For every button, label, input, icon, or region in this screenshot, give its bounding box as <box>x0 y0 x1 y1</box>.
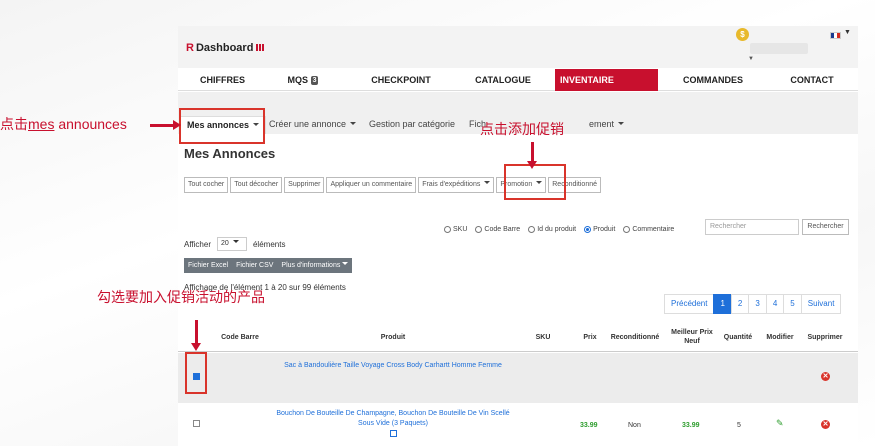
page-2[interactable]: 2 <box>730 294 750 314</box>
nav-chiffres[interactable]: CHIFFRES <box>180 69 265 91</box>
uncheck-all-button[interactable]: Tout décocher <box>230 177 283 193</box>
nav-contact[interactable]: CONTACT <box>768 69 856 91</box>
search-field-options: SKU Code Barre Id du produit Produit Com… <box>444 223 682 235</box>
price-value: 33.99 <box>580 422 598 429</box>
delete-icon[interactable]: ✕ <box>821 372 830 381</box>
shipping-fees-button[interactable]: Frais d'expéditions <box>418 177 495 193</box>
table-header: Code Barre Produit SKU Prix Reconditionn… <box>178 322 858 352</box>
page-size-control: Afficher 20 éléments <box>184 237 285 251</box>
edit-pencil-icon[interactable]: ✎ <box>776 418 784 429</box>
tab-reglement[interactable]: ement <box>583 116 630 134</box>
col-code-barre[interactable]: Code Barre <box>208 322 272 352</box>
reconditioned-value: Non <box>628 422 641 429</box>
nav-inventaire[interactable]: INVENTAIRE <box>555 69 658 91</box>
nav-mqs[interactable]: MQS 3 <box>268 69 338 91</box>
col-prix[interactable]: Prix <box>570 322 610 352</box>
nav-commandes[interactable]: COMMANDES <box>668 69 758 91</box>
highlight-mes-annonces <box>179 108 265 144</box>
arrow-down-icon <box>527 142 537 169</box>
pagination: Précédent 1 2 3 4 5 Suivant <box>664 294 842 314</box>
tab-creer-annonce[interactable]: Créer une annonce <box>263 116 362 134</box>
export-buttons: Fichier Excel Fichier CSV Plus d'informa… <box>184 258 353 273</box>
table-row: Sac à Bandoulière Taille Voyage Cross Bo… <box>178 353 858 403</box>
nav-catalogue[interactable]: CATALOGUE <box>458 69 548 91</box>
page-3[interactable]: 3 <box>748 294 767 314</box>
page-size-select[interactable]: 20 <box>216 237 247 251</box>
radio-produit[interactable]: Produit <box>584 223 615 235</box>
highlight-promotion <box>504 164 566 200</box>
page-4[interactable]: 4 <box>765 294 785 314</box>
chevron-down-icon <box>342 262 349 265</box>
table-row: Bouchon De Bouteille De Champagne, Bouch… <box>178 406 858 446</box>
mqs-badge: 3 <box>310 76 319 85</box>
top-bar: R Dashboard $ ▼ ▼ <box>178 26 858 68</box>
more-info-button[interactable]: Plus d'informations <box>277 258 352 273</box>
delete-button[interactable]: Supprimer <box>284 177 325 193</box>
radio-id-produit[interactable]: Id du produit <box>528 223 576 235</box>
col-quantite[interactable]: Quantité <box>716 322 760 352</box>
chevron-down-icon <box>232 240 239 243</box>
logo-letter: R <box>186 42 194 54</box>
product-link[interactable]: Bouchon De Bouteille De Champagne, Bouch… <box>273 409 513 441</box>
chevron-down-icon <box>618 122 625 125</box>
arrow-down-icon <box>191 320 201 351</box>
col-produit[interactable]: Produit <box>308 322 478 352</box>
row-checkbox[interactable] <box>193 420 200 427</box>
account-caret-icon[interactable]: ▼ <box>748 56 754 62</box>
account-name[interactable] <box>750 43 808 54</box>
pagination-previous[interactable]: Précédent <box>664 294 715 314</box>
page-1[interactable]: 1 <box>713 294 732 314</box>
nav-checkpoint[interactable]: CHECKPOINT <box>356 69 446 91</box>
page-title: Mes Annonces <box>184 146 276 161</box>
delete-icon[interactable]: ✕ <box>821 420 830 429</box>
dashboard-app: R Dashboard $ ▼ ▼ CHIFFRES MQS 3 CHECKPOI… <box>178 26 858 446</box>
arrow-right-icon <box>150 120 181 130</box>
apply-comment-button[interactable]: Appliquer un commentaire <box>326 177 417 193</box>
col-modifier: Modifier <box>766 333 794 341</box>
check-all-button[interactable]: Tout cocher <box>184 177 229 193</box>
language-caret-icon[interactable]: ▼ <box>844 29 851 36</box>
logo-text: Dashboard <box>195 42 254 54</box>
annotation-step3: 勾选要加入促销活动的产品 <box>97 289 265 305</box>
logo-bars-icon <box>256 44 265 51</box>
search-button[interactable]: Rechercher <box>802 219 849 235</box>
csv-export-button[interactable]: Fichier CSV <box>232 258 277 273</box>
pagination-next[interactable]: Suivant <box>800 294 842 314</box>
tab-gestion-categorie[interactable]: Gestion par catégorie <box>363 116 461 134</box>
search-input[interactable]: Rechercher <box>705 219 799 235</box>
col-reconditionne[interactable]: Reconditionné <box>606 322 664 352</box>
radio-commentaire[interactable]: Commentaire <box>623 223 674 235</box>
chevron-down-icon <box>350 122 357 125</box>
col-supprimer: Supprimer <box>807 333 843 341</box>
chevron-down-icon <box>484 181 491 184</box>
col-sku[interactable]: SKU <box>518 322 568 352</box>
annotation-step1: 点击mes announces <box>0 116 127 132</box>
highlight-checkbox <box>185 352 207 394</box>
page-5[interactable]: 5 <box>783 294 802 314</box>
quantity-value: 5 <box>737 422 741 429</box>
logo[interactable]: R Dashboard <box>186 42 265 54</box>
col-meilleur-prix[interactable]: Meilleur Prix Neuf <box>670 322 714 352</box>
french-flag-icon[interactable] <box>830 32 841 39</box>
product-link[interactable]: Sac à Bandoulière Taille Voyage Cross Bo… <box>278 361 508 371</box>
coin-icon[interactable]: $ <box>736 28 749 41</box>
excel-export-button[interactable]: Fichier Excel <box>184 258 232 273</box>
radio-sku[interactable]: SKU <box>444 223 467 235</box>
image-icon[interactable] <box>389 430 397 437</box>
annotation-step2: 点击添加促销 <box>480 121 564 137</box>
best-price-value: 33.99 <box>682 422 700 429</box>
main-nav: CHIFFRES MQS 3 CHECKPOINT CATALOGUE INVE… <box>178 69 858 91</box>
radio-code-barre[interactable]: Code Barre <box>475 223 520 235</box>
